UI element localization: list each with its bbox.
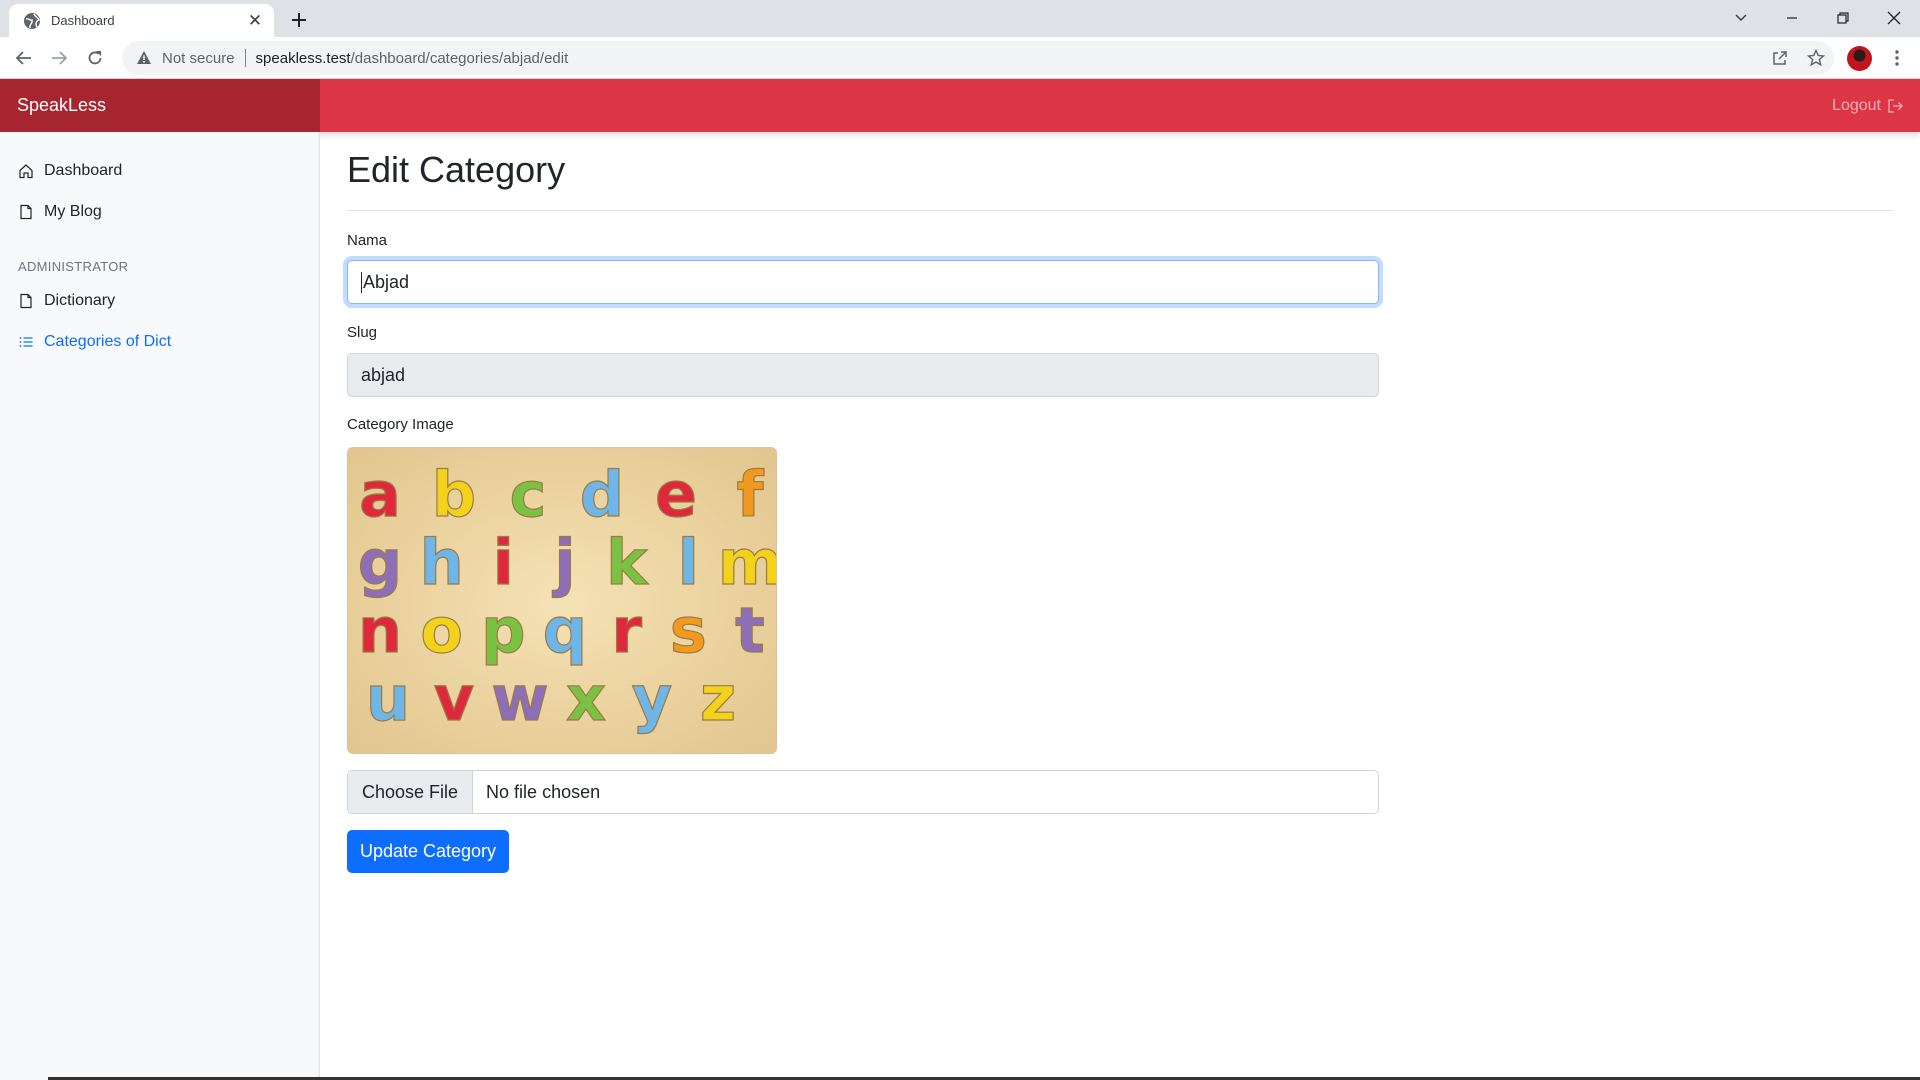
minimize-icon[interactable] xyxy=(1777,4,1807,32)
sidebar-item-label: My Blog xyxy=(44,203,102,220)
puzzle-letter-d: d xyxy=(580,458,624,531)
sidebar: Dashboard My Blog ADMINISTRATOR Dictiona… xyxy=(0,132,320,1080)
puzzle-letter-w: w xyxy=(491,662,548,735)
puzzle-letter-x: x xyxy=(566,662,606,735)
puzzle-letter-e: e xyxy=(655,458,697,531)
puzzle-letter-r: r xyxy=(611,594,642,667)
sidebar-item-categories[interactable]: Categories of Dict xyxy=(18,330,171,354)
text-caret xyxy=(361,271,362,293)
slug-input[interactable]: abjad xyxy=(347,353,1379,397)
puzzle-letter-p: p xyxy=(481,594,525,667)
category-image-file-input[interactable]: Choose File No file chosen xyxy=(347,770,1379,814)
back-icon[interactable] xyxy=(9,44,39,72)
puzzle-letter-i: i xyxy=(493,526,514,599)
logout-label: Logout xyxy=(1832,96,1881,114)
update-category-button[interactable]: Update Category xyxy=(347,830,509,873)
puzzle-letter-v: v xyxy=(434,662,474,735)
category-image: abcdef ghijklm nopqrst uvwxyz xyxy=(347,447,777,754)
address-divider xyxy=(244,49,246,67)
warning-icon xyxy=(137,51,151,64)
browser-tab[interactable]: Dashboard ✕ xyxy=(9,4,274,37)
puzzle-letter-l: l xyxy=(678,526,699,599)
sidebar-item-label: Dashboard xyxy=(44,162,123,179)
choose-file-button[interactable]: Choose File xyxy=(348,771,474,813)
browser-menu-icon[interactable] xyxy=(1885,45,1909,71)
page-title: Edit Category xyxy=(347,149,566,190)
puzzle-letter-k: k xyxy=(606,526,649,599)
name-input[interactable]: Abjad xyxy=(347,260,1379,304)
puzzle-letter-y: y xyxy=(632,662,672,735)
sidebar-item-label: Categories of Dict xyxy=(44,333,172,350)
globe-icon xyxy=(24,12,40,29)
browser-toolbar: Not secure speakless.test/dashboard/cate… xyxy=(0,37,1920,79)
puzzle-letter-o: o xyxy=(420,594,463,667)
puzzle-letter-j: j xyxy=(551,526,575,599)
logout-link[interactable]: Logout xyxy=(1832,79,1903,132)
puzzle-letter-g: g xyxy=(358,526,402,599)
url-host: speakless.test xyxy=(255,49,351,67)
new-tab-icon[interactable] xyxy=(287,8,311,32)
browser-tabbar: Dashboard ✕ xyxy=(0,0,1920,37)
puzzle-letter-b: b xyxy=(432,458,476,531)
url-path: /dashboard/categories/abjad/edit xyxy=(350,49,569,67)
puzzle-letter-f: f xyxy=(737,458,765,531)
forward-icon[interactable] xyxy=(44,44,74,72)
sidebar-heading-administrator: ADMINISTRATOR xyxy=(18,259,129,274)
address-bar[interactable]: Not secure speakless.test/dashboard/cate… xyxy=(122,41,1834,75)
alphabet-puzzle-image: a b c d e f g h i j k l m n o p q r s t u v w x y z xyxy=(348,448,777,753)
puzzle-letter-q: q xyxy=(543,594,587,667)
tab-close-icon[interactable]: ✕ xyxy=(246,11,264,30)
puzzle-letter-a: a xyxy=(359,458,401,531)
profile-avatar[interactable] xyxy=(1847,46,1872,71)
slug-label: Slug xyxy=(347,324,378,341)
box-arrow-right-icon xyxy=(1888,98,1903,113)
puzzle-letter-s: s xyxy=(670,594,707,667)
tab-title: Dashboard xyxy=(51,13,115,28)
house-icon xyxy=(19,164,33,179)
name-label: Nama xyxy=(347,232,388,249)
reload-icon[interactable] xyxy=(80,44,110,72)
file-icon xyxy=(20,204,32,220)
title-divider xyxy=(347,210,1893,211)
app-header: SpeakLess Logout xyxy=(0,79,1920,132)
sidebar-item-my-blog[interactable]: My Blog xyxy=(18,200,102,224)
tab-search-chevron-icon[interactable] xyxy=(1726,4,1756,32)
sidebar-item-dictionary[interactable]: Dictionary xyxy=(18,289,115,313)
list-icon xyxy=(19,337,33,347)
puzzle-letter-u: u xyxy=(366,662,410,735)
sidebar-item-dashboard[interactable]: Dashboard xyxy=(18,159,122,183)
puzzle-letter-h: h xyxy=(420,526,464,599)
file-status: No file chosen xyxy=(486,781,601,802)
restore-icon[interactable] xyxy=(1828,4,1858,32)
slug-value: abjad xyxy=(361,364,406,385)
puzzle-letter-n: n xyxy=(358,594,402,667)
brand-logo[interactable]: SpeakLess xyxy=(0,79,320,132)
puzzle-letter-t: t xyxy=(735,594,765,667)
puzzle-letter-m: m xyxy=(718,526,777,599)
name-value: Abjad xyxy=(363,271,410,292)
category-image-label: Category Image xyxy=(347,416,454,433)
close-window-icon[interactable] xyxy=(1879,4,1909,32)
bookmark-star-icon[interactable] xyxy=(1802,45,1830,71)
file-icon xyxy=(20,293,32,309)
security-label[interactable]: Not secure xyxy=(162,50,235,67)
puzzle-letter-c: c xyxy=(510,458,547,531)
puzzle-letter-z: z xyxy=(700,662,736,735)
sidebar-item-label: Dictionary xyxy=(44,292,116,309)
share-icon[interactable] xyxy=(1766,45,1794,71)
